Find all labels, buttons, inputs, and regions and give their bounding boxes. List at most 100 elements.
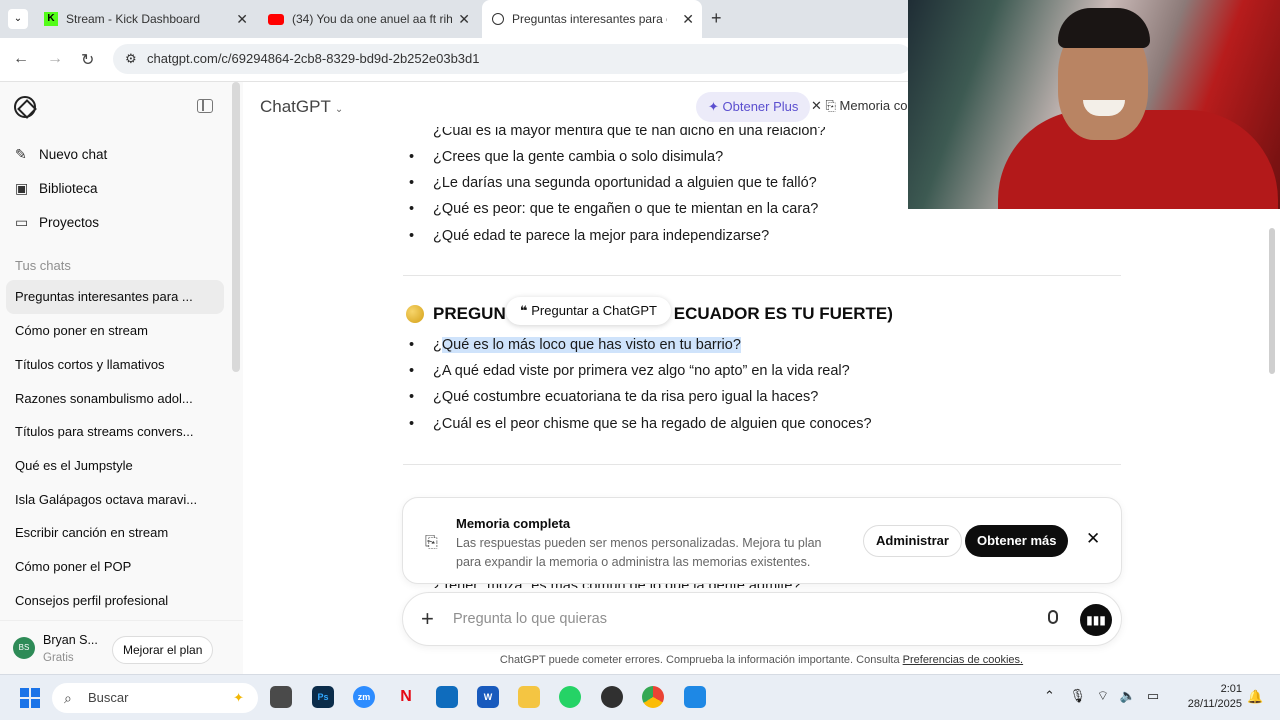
chat-item[interactable]: Cómo poner el POP (6, 550, 224, 584)
chatgpt-icon (492, 13, 504, 25)
upgrade-plan-button[interactable]: Mejorar el plan (112, 636, 214, 664)
sidebar-scrollbar[interactable] (232, 82, 240, 372)
chrome-icon[interactable] (642, 686, 664, 708)
sidebar-toggle-icon[interactable] (197, 99, 213, 113)
webcam-overlay (908, 0, 1280, 209)
whatsapp-icon[interactable] (559, 686, 581, 708)
close-icon[interactable]: ✕ (236, 11, 248, 28)
battery-icon[interactable]: ▭ (1147, 688, 1159, 703)
chat-item[interactable]: Preguntas interesantes para ... (6, 280, 224, 314)
notepad-icon[interactable] (684, 686, 706, 708)
get-more-button[interactable]: Obtener más (965, 525, 1069, 557)
selected-text: Qué es lo más loco que has visto en tu b… (441, 337, 741, 353)
sidebar-item-label: Nuevo chat (39, 147, 108, 162)
user-profile[interactable]: BS Bryan S... Gratis Mejorar el plan (0, 620, 243, 674)
plus-icon[interactable]: + (421, 606, 434, 632)
reload-icon[interactable]: ↻ (81, 50, 94, 70)
user-name: Bryan S... (43, 633, 98, 647)
coin-emoji-icon (406, 305, 424, 323)
chat-item[interactable]: Escribir canción en stream (6, 516, 224, 550)
list-item: ¿Crees que la gente cambia o solo disimu… (409, 149, 723, 165)
chat-item[interactable]: Consejos perfil profesional (6, 584, 224, 618)
get-plus-label: Obtener Plus (722, 99, 799, 114)
cookie-preferences-link[interactable]: Preferencias de cookies. (903, 654, 1023, 666)
microphone-icon[interactable] (1048, 610, 1058, 624)
chatgpt-logo-icon[interactable] (14, 96, 36, 118)
prompt-input[interactable]: Pregunta lo que quieras (453, 611, 607, 627)
tab-youtube[interactable]: (34) You da one anuel aa ft riha ✕ (260, 0, 478, 38)
chat-item[interactable]: Isla Galápagos octava maravi... (6, 483, 224, 517)
netflix-icon[interactable]: N (395, 686, 417, 708)
list-item: ¿Qué es lo más loco que has visto en tu … (409, 337, 741, 353)
obs-icon[interactable] (601, 686, 623, 708)
back-icon[interactable]: ← (13, 50, 29, 68)
folder-icon: ▭ (15, 214, 29, 230)
close-icon[interactable]: ✕ (811, 98, 822, 113)
store-icon[interactable] (436, 686, 458, 708)
sidebar-item-projects[interactable]: ▭ Proyectos (15, 214, 99, 231)
avatar[interactable]: BS (13, 637, 35, 659)
ask-chatgpt-button[interactable]: ❝ Preguntar a ChatGPT (506, 297, 671, 325)
sidebar-item-new-chat[interactable]: ✎ Nuevo chat (15, 146, 107, 163)
chat-item[interactable]: Cómo poner en stream (6, 314, 224, 348)
model-name: ChatGPT (260, 97, 331, 116)
chevron-up-icon[interactable]: ⌃ (1044, 688, 1055, 703)
clock-date: 28/11/2025 (1187, 698, 1242, 710)
system-tray[interactable]: ⌃ 🎙 ⌔ 🔈 ▭ (1044, 688, 1159, 704)
folder-icon[interactable] (518, 686, 540, 708)
tab-chatgpt[interactable]: Preguntas interesantes para ch ✕ (482, 0, 702, 38)
microphone-icon[interactable]: 🎙 (1069, 688, 1086, 703)
chat-item[interactable]: Títulos para streams convers... (6, 415, 224, 449)
list-item: ¿Cuál es la mayor mentira que te han dic… (433, 127, 826, 139)
close-icon[interactable]: ✕ (682, 11, 694, 28)
site-settings-icon[interactable]: ⚙ (125, 44, 137, 74)
tab-kick[interactable]: K Stream - Kick Dashboard ✕ (36, 0, 256, 38)
heading-text-left: PREGUN (433, 304, 506, 323)
sidebar-item-library[interactable]: ▣ Biblioteca (15, 180, 98, 197)
memory-label: Memoria co (839, 98, 908, 113)
get-plus-button[interactable]: ✦ Obtener Plus (696, 92, 811, 122)
word-icon[interactable]: W (477, 686, 499, 708)
chat-item[interactable]: Títulos cortos y llamativos (6, 348, 224, 382)
user-plan: Gratis (43, 652, 74, 664)
tab-title: Stream - Kick Dashboard (66, 12, 201, 26)
tab-search-chevron-icon[interactable]: ⌄ (8, 9, 28, 29)
banner-text: Las respuestas pueden ser menos personal… (456, 536, 822, 569)
list-item: ¿Qué es peor: que te engañen o que te mi… (409, 201, 818, 217)
new-tab-button[interactable]: + (711, 8, 722, 29)
chat-item[interactable]: Razones sonambulismo adol... (6, 382, 224, 416)
webcam-person-hair (1058, 8, 1150, 48)
memory-icon: ⎘ (821, 98, 840, 113)
ask-chatgpt-label: Preguntar a ChatGPT (531, 303, 657, 318)
voice-mode-icon[interactable]: ▮▮▮ (1080, 604, 1112, 636)
zoom-icon[interactable]: zm (353, 686, 375, 708)
tab-title: (34) You da one anuel aa ft riha (292, 12, 452, 26)
manage-button[interactable]: Administrar (863, 525, 962, 557)
sidebar-item-label: Proyectos (39, 215, 100, 230)
kick-icon: K (44, 12, 58, 26)
url-field[interactable]: ⚙ chatgpt.com/c/69294864-2cb8-8329-bd9d-… (113, 44, 913, 74)
close-icon[interactable]: ✕ (1086, 529, 1100, 549)
clock[interactable]: 2:01 28/11/2025 (1176, 682, 1242, 712)
youtube-icon (268, 13, 284, 25)
memory-button[interactable]: ✕ ⎘ Memoria co (811, 98, 907, 114)
photoshop-icon[interactable]: Ps (312, 686, 334, 708)
forward-icon[interactable]: → (47, 50, 63, 68)
main-scrollbar[interactable] (1269, 228, 1275, 374)
clock-time: 2:01 (1220, 683, 1242, 695)
wifi-icon[interactable]: ⌔ (1097, 688, 1109, 703)
notification-bell-icon[interactable]: 🔔 (1247, 689, 1263, 705)
model-selector[interactable]: ChatGPT ⌄ (260, 97, 343, 117)
volume-icon[interactable]: 🔈 (1120, 688, 1136, 703)
tab-title: Preguntas interesantes para ch (512, 12, 667, 26)
file-explorer-icon[interactable] (270, 686, 292, 708)
sparkle-icon: ✦ (708, 99, 723, 114)
chats-section-label: Tus chats (15, 258, 71, 273)
taskbar-search[interactable]: ⌕ Buscar ✦ (52, 683, 258, 713)
close-icon[interactable]: ✕ (458, 11, 470, 28)
divider (403, 275, 1121, 276)
chat-item[interactable]: Qué es el Jumpstyle (6, 449, 224, 483)
heading-text-right: ECUADOR ES TU FUERTE) (673, 304, 893, 323)
prompt-composer[interactable]: + Pregunta lo que quieras ▮▮▮ (402, 592, 1122, 646)
windows-start-icon[interactable] (20, 688, 40, 708)
